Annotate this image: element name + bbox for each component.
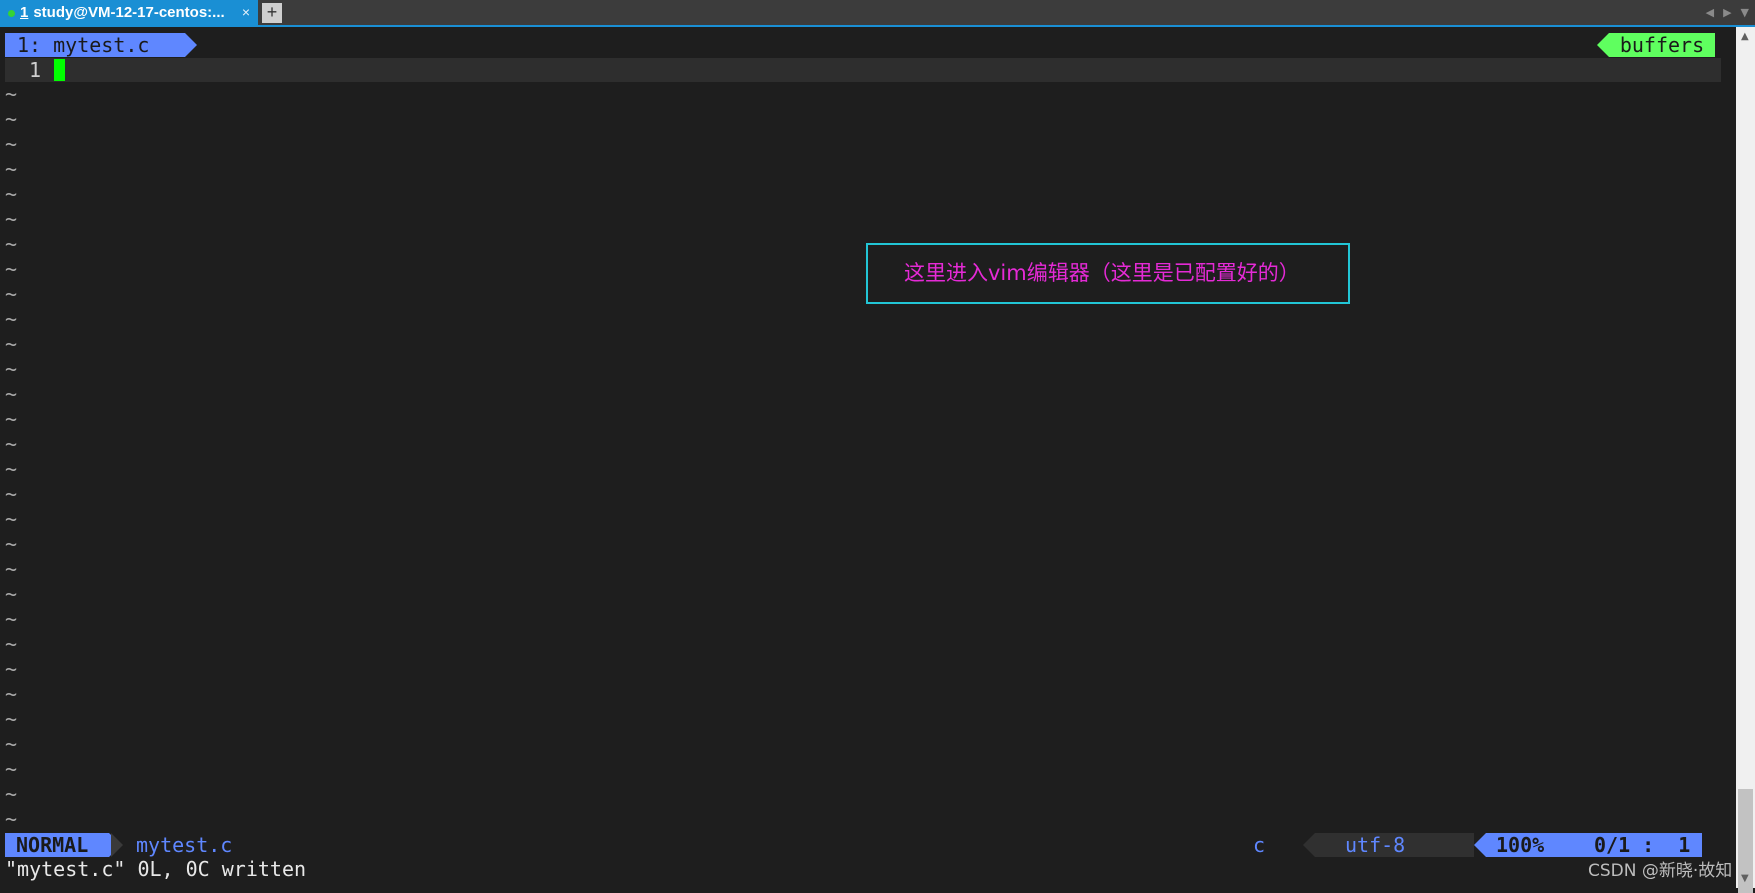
tab-number: 1 <box>20 4 29 21</box>
new-tab-button[interactable]: + <box>262 3 282 23</box>
empty-line-tilde: ~ <box>5 182 18 206</box>
empty-line-tilde: ~ <box>5 532 18 556</box>
empty-line-tilde: ~ <box>5 407 18 431</box>
tab-list-menu-icon[interactable]: ▼ <box>1741 6 1749 19</box>
scroll-up-icon[interactable]: ▲ <box>1741 31 1749 42</box>
encoding-segment: utf-8 <box>1303 833 1474 857</box>
statusline-separator <box>111 833 123 857</box>
empty-line-tilde: ~ <box>5 382 18 406</box>
empty-line-tilde: ~ <box>5 807 18 831</box>
annotation-text: 这里进入vim编辑器（这里是已配置好的） <box>904 261 1300 285</box>
empty-line-tilde: ~ <box>5 782 18 806</box>
status-encoding: utf-8 <box>1345 833 1406 857</box>
watermark: CSDN @新晓·故知 <box>1588 861 1733 881</box>
annotation-box: 这里进入vim编辑器（这里是已配置好的） <box>866 243 1350 304</box>
empty-line-tilde: ~ <box>5 757 18 781</box>
close-tab-icon[interactable]: × <box>242 0 250 25</box>
buffers-label: buffers <box>1597 33 1715 57</box>
status-percent: 100% <box>1496 833 1545 857</box>
status-filename: mytest.c <box>136 833 233 857</box>
empty-line-tilde: ~ <box>5 307 18 331</box>
mode-indicator: NORMAL <box>5 833 121 857</box>
empty-line-tilde: ~ <box>5 682 18 706</box>
empty-line-tilde: ~ <box>5 582 18 606</box>
position-segment: 100% 0/1 : 1 <box>1474 833 1702 857</box>
scroll-tabs-left-icon[interactable]: ◀ <box>1706 6 1714 19</box>
connection-status-icon <box>8 9 15 17</box>
scroll-tabs-right-icon[interactable]: ▶ <box>1723 6 1731 19</box>
empty-line-tilde: ~ <box>5 332 18 356</box>
vim-statusline: NORMAL mytest.c c utf-8 100% 0/1 : 1 <box>5 833 1721 857</box>
empty-line-tilde: ~ <box>5 157 18 181</box>
text-cursor <box>54 59 65 81</box>
terminal-area[interactable]: 1: mytest.c buffers 1 ~ ~ ~ ~ ~ ~ ~ ~ ~ … <box>5 32 1721 884</box>
tab-title: study@VM-12-17-centos:... <box>33 4 225 21</box>
tab-navigation: ◀ ▶ ▼ <box>1697 0 1749 25</box>
empty-line-tilde: ~ <box>5 432 18 456</box>
empty-line-tilde: ~ <box>5 657 18 681</box>
empty-line-tilde: ~ <box>5 457 18 481</box>
empty-line-tilde: ~ <box>5 357 18 381</box>
empty-line-tilde: ~ <box>5 82 18 106</box>
empty-line-tilde: ~ <box>5 207 18 231</box>
empty-line-tilde: ~ <box>5 482 18 506</box>
status-filetype: c <box>1253 833 1266 857</box>
buffer-tab[interactable]: 1: mytest.c <box>5 33 197 57</box>
window-tab-bar: 1 study@VM-12-17-centos:... × + ◀ ▶ ▼ <box>0 0 1755 27</box>
empty-line-tilde: ~ <box>5 707 18 731</box>
empty-line-tilde: ~ <box>5 257 18 281</box>
line-number: 1 <box>29 58 42 82</box>
empty-line-tilde: ~ <box>5 282 18 306</box>
empty-line-tilde: ~ <box>5 632 18 656</box>
empty-line-tilde: ~ <box>5 607 18 631</box>
scroll-down-icon[interactable]: ▼ <box>1741 873 1749 884</box>
status-line-col: 0/1 : 1 <box>1594 833 1691 857</box>
empty-line-tilde: ~ <box>5 507 18 531</box>
empty-line-tilde: ~ <box>5 732 18 756</box>
cursor-line <box>5 58 1721 82</box>
command-line-message[interactable]: "mytest.c" 0L, 0C written <box>5 857 306 881</box>
empty-line-tilde: ~ <box>5 557 18 581</box>
empty-line-tilde: ~ <box>5 232 18 256</box>
terminal-tab[interactable]: 1 study@VM-12-17-centos:... × <box>0 0 258 25</box>
vertical-scrollbar[interactable]: ▲ ▼ <box>1736 27 1755 893</box>
empty-line-tilde: ~ <box>5 107 18 131</box>
empty-line-markers: ~ ~ ~ ~ ~ ~ ~ ~ ~ ~ ~ ~ ~ ~ ~ ~ ~ ~ ~ ~ … <box>5 82 25 832</box>
empty-line-tilde: ~ <box>5 132 18 156</box>
